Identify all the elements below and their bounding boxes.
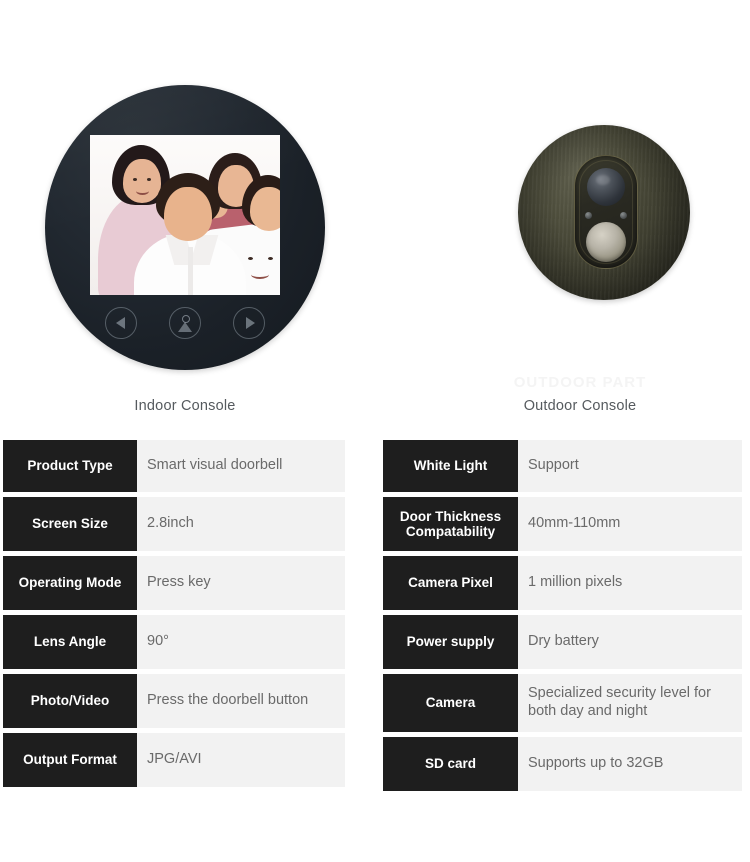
table-row: Door Thickness Compatability 40mm-110mm bbox=[383, 497, 742, 551]
table-row: Output Format JPG/AVI bbox=[3, 733, 345, 787]
table-row: Camera Pixel 1 million pixels bbox=[383, 556, 742, 610]
outdoor-watermark: OUTDOOR PART bbox=[513, 374, 647, 391]
indoor-console-caption: Indoor Console bbox=[134, 398, 236, 414]
next-button[interactable] bbox=[233, 307, 265, 339]
person-icon bbox=[177, 314, 193, 332]
outdoor-console-caption: Outdoor Console bbox=[523, 398, 637, 414]
spec-label: Product Type bbox=[3, 440, 137, 492]
table-row: Product Type Smart visual doorbell bbox=[3, 440, 345, 492]
spec-value: Support bbox=[518, 440, 742, 492]
spec-label: Camera bbox=[383, 674, 518, 732]
spec-value: Specialized security level for both day … bbox=[518, 674, 742, 732]
spec-value: Dry battery bbox=[518, 615, 742, 669]
indoor-console-device bbox=[45, 85, 325, 370]
table-row: Power supply Dry battery bbox=[383, 615, 742, 669]
ir-led-right-icon bbox=[620, 212, 627, 219]
spec-label: SD card bbox=[383, 737, 518, 791]
camera-lens-icon bbox=[587, 168, 625, 206]
table-row: White Light Support bbox=[383, 440, 742, 492]
spec-label: Camera Pixel bbox=[383, 556, 518, 610]
triangle-right-icon bbox=[245, 317, 255, 329]
doorbell-button-icon[interactable] bbox=[586, 222, 626, 262]
table-row: Screen Size 2.8inch bbox=[3, 497, 345, 551]
spec-table-right: White Light Support Door Thickness Compa… bbox=[383, 440, 742, 796]
table-row: Photo/Video Press the doorbell button bbox=[3, 674, 345, 728]
family-photo-icon bbox=[90, 135, 280, 295]
spec-value: Supports up to 32GB bbox=[518, 737, 742, 791]
indoor-console-screen bbox=[90, 135, 280, 295]
outdoor-console-device bbox=[518, 125, 690, 300]
spec-label: Output Format bbox=[3, 733, 137, 787]
table-row: Camera Specialized security level for bo… bbox=[383, 674, 742, 732]
spec-label: Screen Size bbox=[3, 497, 137, 551]
spec-label: White Light bbox=[383, 440, 518, 492]
spec-value: JPG/AVI bbox=[137, 733, 345, 787]
spec-label: Door Thickness Compatability bbox=[383, 497, 518, 551]
spec-value: 90° bbox=[137, 615, 345, 669]
spec-label: Operating Mode bbox=[3, 556, 137, 610]
spec-table-left: Product Type Smart visual doorbell Scree… bbox=[3, 440, 345, 792]
spec-label: Power supply bbox=[383, 615, 518, 669]
spec-value: 2.8inch bbox=[137, 497, 345, 551]
table-row: Lens Angle 90° bbox=[3, 615, 345, 669]
spec-value: Press key bbox=[137, 556, 345, 610]
table-row: SD card Supports up to 32GB bbox=[383, 737, 742, 791]
ir-led-left-icon bbox=[585, 212, 592, 219]
spec-value: 1 million pixels bbox=[518, 556, 742, 610]
spec-value: Smart visual doorbell bbox=[137, 440, 345, 492]
contact-button[interactable] bbox=[169, 307, 201, 339]
table-row: Operating Mode Press key bbox=[3, 556, 345, 610]
product-showcase: Indoor Console OUTDOOR PART Outdoor Cons… bbox=[0, 0, 750, 440]
triangle-left-icon bbox=[115, 317, 125, 329]
previous-button[interactable] bbox=[105, 307, 137, 339]
camera-capsule bbox=[574, 155, 638, 269]
spec-label: Lens Angle bbox=[3, 615, 137, 669]
indoor-console-controls bbox=[45, 307, 325, 339]
spec-value: 40mm-110mm bbox=[518, 497, 742, 551]
specifications-section: Product Type Smart visual doorbell Scree… bbox=[0, 440, 750, 862]
spec-value: Press the doorbell button bbox=[137, 674, 345, 728]
spec-label: Photo/Video bbox=[3, 674, 137, 728]
